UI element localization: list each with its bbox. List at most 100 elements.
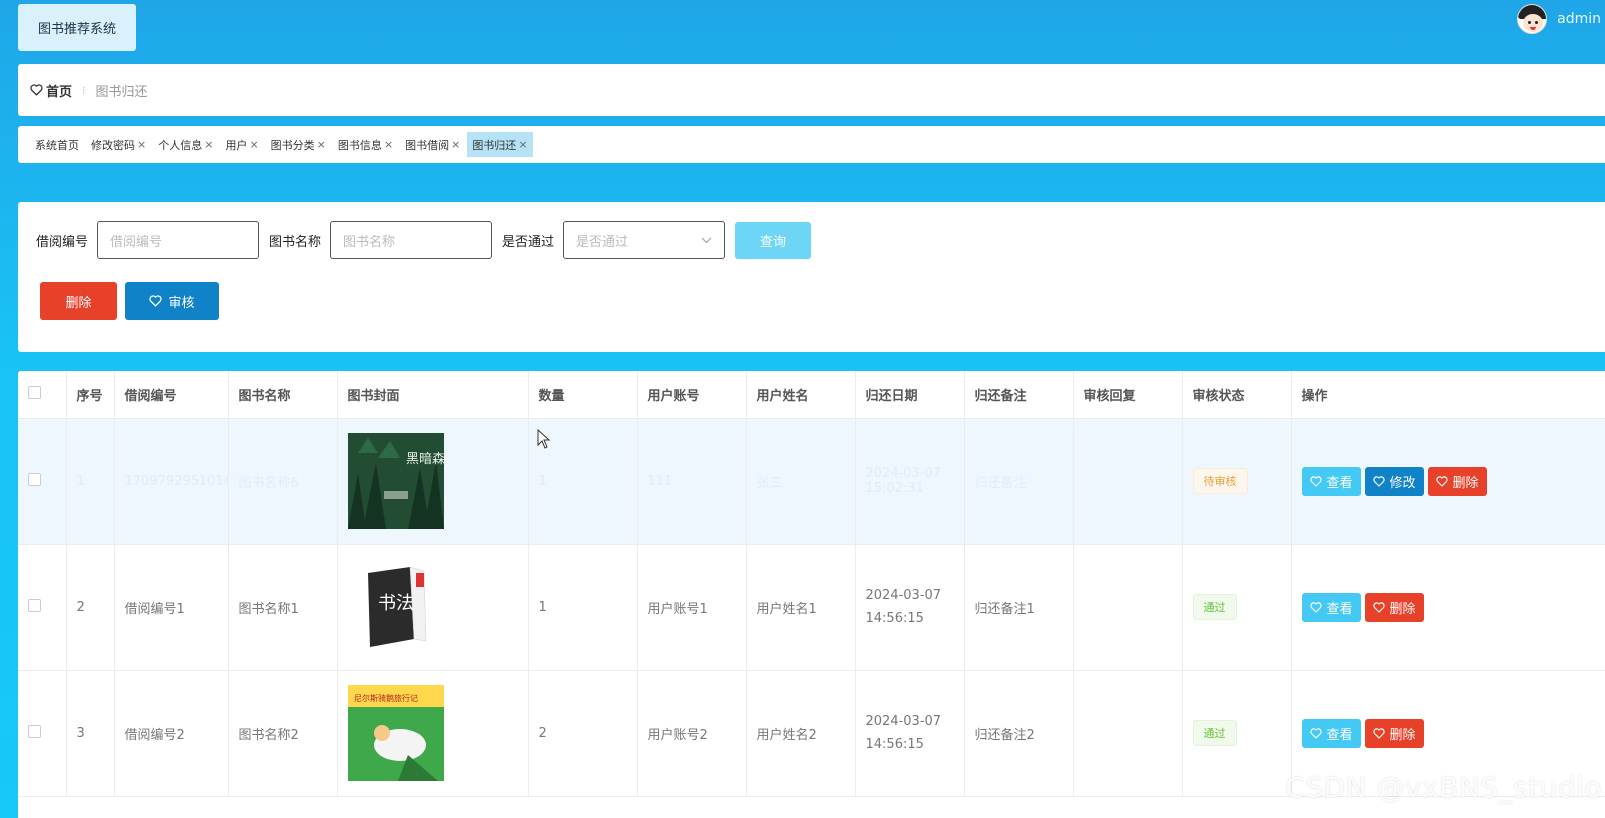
borrow-no-input[interactable]: 借阅编号 [97,221,260,259]
cell-return-date: 2024-03-07 14:56:15 [855,544,965,671]
edit-button-label: 修改 [1389,475,1416,491]
view-button-label: 查看 [1326,601,1353,617]
avatar[interactable] [1517,4,1548,34]
table-row[interactable]: 1 17097929510146 图书名称6 黑暗森林 1 111 张三 [18,418,1605,545]
status-badge: 通过 [1192,594,1237,620]
borrow-no-label: 借阅编号 [36,234,89,250]
cell-borrow-no: 17097929510146 [114,418,229,545]
heart-icon [1372,475,1385,487]
breadcrumb-separator: ⁝ [82,83,86,97]
tags-view: 系统首页 修改密码 × 个人信息 × 用户 × 图书分类 × 图书信息 × 图书借阅 × 图… [18,126,1605,163]
row-checkbox[interactable] [28,472,41,486]
tag-label: 修改密码 [91,138,135,152]
row-select-cell[interactable] [18,418,67,545]
column-header: 借阅编号 [114,371,229,419]
column-header: 图书名称 [228,371,338,419]
breadcrumb-home[interactable]: 首页 [30,81,72,100]
user-menu[interactable]: admin [1517,4,1601,34]
close-icon[interactable]: × [249,138,258,151]
cell-index: 1 [66,418,115,545]
delete-button[interactable]: 删除 [1427,466,1487,496]
user-name[interactable]: admin [1557,11,1601,27]
tag-label: 图书信息 [337,138,382,152]
cover-title: 黑暗森林 [406,452,444,467]
column-header: 序号 [66,371,115,419]
select-all-checkbox[interactable] [28,385,41,399]
view-button[interactable]: 查看 [1301,466,1361,496]
delete-button[interactable]: 删除 [1364,592,1424,622]
delete-button-label: 删除 [1389,601,1416,617]
book-cover-image: 黑暗森林 [347,433,444,529]
row-checkbox[interactable] [28,598,41,612]
tag-label: 图书借阅 [405,138,450,152]
view-button[interactable]: 查看 [1301,718,1361,748]
column-header: 操作 [1291,371,1605,419]
column-header: 用户账号 [637,371,747,419]
watermark: CSDN @vxBNS_studio [1285,771,1602,804]
row-select-cell[interactable] [18,670,67,797]
passed-label: 是否通过 [502,234,555,250]
tag-book-borrow[interactable]: 图书借阅 × [400,132,465,157]
book-name-input[interactable]: 图书名称 [330,221,493,259]
tag-change-password[interactable]: 修改密码 × [86,132,151,157]
status-badge: 待审核 [1192,468,1248,494]
tag-book-return[interactable]: 图书归还 × [467,132,533,157]
breadcrumb: 首页 ⁝ 图书归还 [18,64,1605,116]
cell-cover: 黑暗森林 [337,418,529,545]
close-icon[interactable]: × [204,138,213,151]
cell-quantity: 2 [528,670,638,797]
search-panel: 借阅编号 借阅编号 图书名称 图书名称 是否通过 是否通过 查询 删除 审核 [18,202,1605,352]
select-all-cell[interactable] [18,371,67,419]
delete-button[interactable]: 删除 [1364,718,1424,748]
cell-return-date: 2024-03-07 15:02:31 [855,418,965,545]
table-row[interactable]: 2 借阅编号1 图书名称1 书法 1 用户账号1 用户姓名1 2024-03-0… [18,544,1605,671]
tag-book-category[interactable]: 图书分类 × [266,132,331,157]
mouse-cursor-icon [537,429,551,449]
row-checkbox[interactable] [28,724,41,738]
tag-user[interactable]: 用户 × [220,132,263,157]
chevron-down-icon [701,237,712,243]
cell-book-name: 图书名称2 [228,670,338,797]
close-icon[interactable]: × [518,138,527,151]
cell-status: 通过 [1182,670,1292,797]
app-title: 图书推荐系统 [18,4,136,51]
column-header: 数量 [528,371,638,419]
delete-button-label: 删除 [1389,727,1416,743]
passed-select[interactable]: 是否通过 [563,221,726,259]
audit-button-label: 审核 [168,295,195,311]
cell-status: 通过 [1182,544,1292,671]
audit-button[interactable]: 审核 [125,282,219,320]
tag-personal-info[interactable]: 个人信息 × [153,132,218,157]
close-icon[interactable]: × [451,138,460,151]
heart-icon [1309,727,1322,739]
batch-delete-button[interactable]: 删除 [40,282,117,320]
cell-reply [1073,418,1183,545]
status-badge: 通过 [1192,720,1237,746]
cell-ops: 查看 修改 删除 [1291,418,1605,545]
heart-icon [1435,475,1448,487]
row-select-cell[interactable] [18,544,67,671]
tag-system-home[interactable]: 系统首页 [30,132,84,157]
passed-select-placeholder: 是否通过 [576,234,629,250]
cell-user-name: 用户姓名1 [746,544,856,671]
query-button[interactable]: 查询 [735,221,812,259]
cell-borrow-no: 借阅编号1 [114,544,229,671]
column-header: 归还日期 [855,371,965,419]
cell-reply [1073,544,1183,671]
close-icon[interactable]: × [317,138,326,151]
cell-reply [1073,670,1183,797]
close-icon[interactable]: × [137,138,146,151]
view-button[interactable]: 查看 [1301,592,1361,622]
book-cover-image: 书法 [347,559,444,655]
tag-book-info[interactable]: 图书信息 × [333,132,398,157]
close-icon[interactable]: × [384,138,393,151]
cell-ops: 查看 删除 [1291,544,1605,671]
column-header: 审核回复 [1073,371,1183,419]
view-button-label: 查看 [1326,727,1353,743]
column-header: 归还备注 [964,371,1074,419]
view-button-label: 查看 [1326,475,1353,491]
table-header: 序号 借阅编号 图书名称 图书封面 数量 用户账号 用户姓名 归还日期 归还备注… [18,371,1605,419]
edit-button[interactable]: 修改 [1364,466,1424,496]
tag-label: 图书归还 [472,138,517,152]
cell-quantity: 1 [528,544,638,671]
